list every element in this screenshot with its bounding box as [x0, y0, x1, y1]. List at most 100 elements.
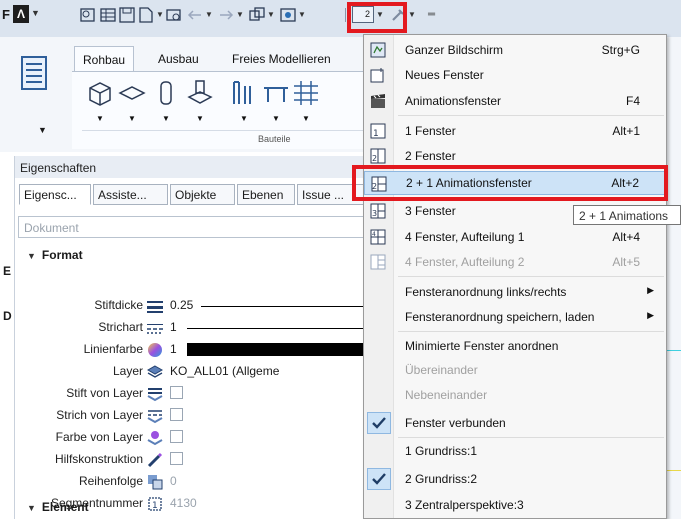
- menu-item-4-fenster-aufteilung-1[interactable]: 4 4 Fenster, Aufteilung 1 Alt+4: [364, 225, 666, 249]
- tab-eigenschaften[interactable]: Eigensc...: [19, 184, 91, 205]
- undo-icon[interactable]: ▼: [187, 6, 213, 23]
- property-label: Reihenfolge: [78, 474, 143, 488]
- menu-label: Ganzer Bildschirm: [405, 43, 504, 57]
- clapperboard-icon: [371, 94, 385, 108]
- line-preview: [187, 328, 377, 329]
- print-preview-icon[interactable]: [166, 6, 182, 23]
- redo-icon[interactable]: ▼: [218, 6, 244, 23]
- menu-item-1-fenster[interactable]: 1 1 Fenster Alt+1: [364, 119, 666, 143]
- grid-icon[interactable]: [100, 6, 116, 23]
- section-element[interactable]: ▼ Element: [27, 500, 89, 514]
- menu-item-neues-fenster[interactable]: Neues Fenster: [364, 63, 666, 87]
- tab-objekte[interactable]: Objekte: [170, 184, 235, 205]
- farbe-von-layer-checkbox[interactable]: [170, 430, 183, 443]
- ribbon-group-label: Bauteile: [258, 134, 291, 144]
- svg-text:3: 3: [372, 209, 377, 218]
- menu-label: Fensteranordnung speichern, laden: [405, 310, 595, 324]
- allplan-logo-icon[interactable]: Λ: [13, 5, 29, 23]
- menu-label: Nebeneinander: [405, 388, 488, 402]
- order-icon: [148, 475, 163, 490]
- property-value[interactable]: KO_ALL01 (Allgeme: [170, 364, 279, 378]
- menu-item-ganzer-bildschirm[interactable]: Ganzer Bildschirm Strg+G: [364, 38, 666, 62]
- document-icon[interactable]: ▼: [138, 6, 164, 23]
- tab-ebenen[interactable]: Ebenen: [237, 184, 295, 205]
- chevron-down-icon[interactable]: ▼: [31, 8, 40, 18]
- project-button[interactable]: ▼: [0, 51, 70, 151]
- copy-window-icon[interactable]: ▼: [249, 6, 275, 23]
- customize-toolbar-icon[interactable]: ═: [428, 6, 435, 23]
- property-row-layer[interactable]: Layer KO_ALL01 (Allgeme: [15, 361, 377, 383]
- slab-tool-icon[interactable]: ▼: [118, 78, 146, 123]
- property-row-reihenfolge[interactable]: Reihenfolge 0: [15, 471, 377, 493]
- menu-item-2-grundriss-2[interactable]: 2 Grundriss:2: [364, 467, 666, 491]
- four-windows-alt-icon: [370, 254, 386, 270]
- new-window-icon: [370, 68, 384, 83]
- chevron-down-icon[interactable]: ▼: [408, 10, 416, 19]
- chevron-down-icon[interactable]: ▼: [156, 10, 164, 19]
- menu-item-1-grundriss-1[interactable]: 1 Grundriss:1: [364, 439, 666, 463]
- menu-shortcut: Alt+1: [612, 124, 640, 138]
- wall-tool-icon[interactable]: ▼: [86, 78, 114, 123]
- opening-tool-icon[interactable]: ▼: [230, 78, 258, 123]
- property-value[interactable]: 1: [170, 320, 177, 334]
- property-row-stiftdicke[interactable]: Stiftdicke 0.25: [15, 295, 377, 317]
- property-row-farbe-von-layer[interactable]: Farbe von Layer: [15, 427, 377, 449]
- tab-assistenten[interactable]: Assiste...: [93, 184, 168, 205]
- property-label: Layer: [112, 364, 143, 378]
- hilfskonstruktion-checkbox[interactable]: [170, 452, 183, 465]
- menu-item-animationsfenster[interactable]: Animationsfenster F4: [364, 89, 666, 113]
- foundation-tool-icon[interactable]: ▼: [186, 78, 214, 123]
- property-label: Farbe von Layer: [55, 430, 143, 444]
- highlight-menu-item: [352, 165, 668, 201]
- view-icon[interactable]: ▼: [280, 6, 306, 23]
- document-selector[interactable]: Dokument: [18, 216, 368, 238]
- menu-item-fensteranordnung-links-rechts[interactable]: Fensteranordnung links/rechts ▶: [364, 280, 666, 304]
- column-tool-icon[interactable]: ▼: [152, 78, 180, 123]
- four-windows-icon: 4: [370, 229, 386, 245]
- line-preview: [201, 306, 377, 307]
- chevron-down-icon[interactable]: ▼: [38, 125, 47, 135]
- menu-label: 2 Grundriss:2: [405, 472, 478, 486]
- tab-rohbau[interactable]: Rohbau: [74, 46, 135, 72]
- menu-item-nebeneinander[interactable]: Nebeneinander: [364, 383, 666, 407]
- chevron-down-icon[interactable]: ▼: [298, 10, 306, 19]
- chevron-down-icon[interactable]: ▼: [205, 10, 213, 19]
- menu-item-fenster-verbunden[interactable]: Fenster verbunden: [364, 411, 666, 435]
- chevron-down-icon[interactable]: ▼: [236, 10, 244, 19]
- menu-separator: [398, 276, 664, 277]
- menu-label: Übereinander: [405, 363, 478, 377]
- menu-item-minimierte-fenster-anordnen[interactable]: Minimierte Fenster anordnen: [364, 334, 666, 358]
- property-row-linienfarbe[interactable]: Linienfarbe 1: [15, 339, 377, 361]
- new-project-icon[interactable]: [80, 6, 96, 23]
- property-row-strich-von-layer[interactable]: Strich von Layer: [15, 405, 377, 427]
- section-format[interactable]: ▼ Format: [27, 248, 83, 262]
- menu-label: 4 Fenster, Aufteilung 2: [405, 255, 525, 269]
- property-value[interactable]: 0.25: [170, 298, 193, 312]
- grid-tool-icon[interactable]: ▼: [292, 78, 320, 123]
- menu-item-3-zentralperspektive-3[interactable]: 3 Zentralperspektive:3: [364, 493, 666, 517]
- menu-label: Animationsfenster: [405, 94, 502, 108]
- property-row-stift-von-layer[interactable]: Stift von Layer: [15, 383, 377, 405]
- stift-von-layer-checkbox[interactable]: [170, 386, 183, 399]
- ribbon-group-line: [82, 130, 372, 131]
- property-row-strichart[interactable]: Strichart 1: [15, 317, 377, 339]
- property-label: Stiftdicke: [94, 298, 143, 312]
- menu-item-uebereinander[interactable]: Übereinander: [364, 358, 666, 382]
- menu-item-4-fenster-aufteilung-2[interactable]: 4 Fenster, Aufteilung 2 Alt+5: [364, 250, 666, 274]
- property-value[interactable]: 0: [170, 474, 177, 488]
- property-value[interactable]: 4130: [170, 496, 197, 510]
- beam-tool-icon[interactable]: ▼: [262, 78, 290, 123]
- construction-line-icon: [147, 452, 163, 468]
- strich-von-layer-checkbox[interactable]: [170, 408, 183, 421]
- tab-ausbau[interactable]: Ausbau: [150, 46, 207, 72]
- menu-separator: [398, 331, 664, 332]
- one-window-icon: 1: [370, 123, 386, 139]
- two-windows-icon: 2: [370, 148, 386, 164]
- palette-title: Eigenschaften: [15, 156, 377, 178]
- property-value[interactable]: 1: [170, 342, 177, 356]
- chevron-down-icon[interactable]: ▼: [267, 10, 275, 19]
- menu-item-fensteranordnung-speichern-laden[interactable]: Fensteranordnung speichern, laden ▶: [364, 305, 666, 329]
- property-row-hilfskonstruktion[interactable]: Hilfskonstruktion: [15, 449, 377, 471]
- save-icon[interactable]: [119, 6, 135, 23]
- tab-freies-modellieren[interactable]: Freies Modellieren: [224, 46, 339, 72]
